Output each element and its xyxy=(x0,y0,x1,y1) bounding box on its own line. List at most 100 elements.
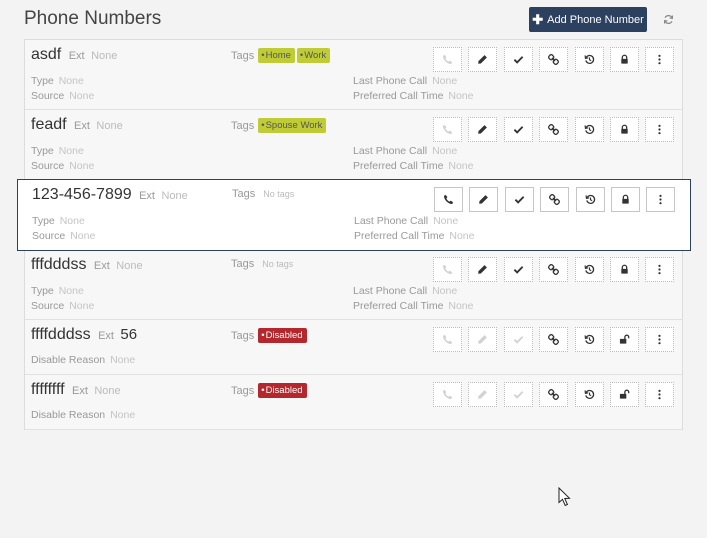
history-button[interactable] xyxy=(574,257,604,282)
type-field: Type None xyxy=(31,285,84,297)
phone-button[interactable] xyxy=(433,47,462,72)
link-icon xyxy=(548,54,560,65)
history-button[interactable] xyxy=(574,382,604,407)
plus-icon: ✚ xyxy=(532,12,544,27)
disable-reason-value: None xyxy=(110,409,136,421)
phone-icon xyxy=(442,389,453,400)
phone-number: ffffdddss xyxy=(31,326,91,343)
check-button[interactable] xyxy=(504,187,534,212)
phone-row[interactable]: feadf Ext None Tags •Spouse Work Type Non… xyxy=(25,110,682,180)
lock-button[interactable] xyxy=(610,187,640,212)
preferred-time-label: Preferred Call Time xyxy=(353,300,444,312)
type-value: None xyxy=(59,215,85,227)
check-button[interactable] xyxy=(503,327,533,352)
ext-label: Ext xyxy=(72,385,88,397)
disable-reason-value: None xyxy=(110,354,136,366)
phone-button[interactable] xyxy=(434,187,463,212)
lock-button[interactable] xyxy=(609,257,639,282)
type-value: None xyxy=(58,75,84,87)
last-call-label: Last Phone Call xyxy=(353,285,428,297)
row-actions xyxy=(433,47,681,72)
check-icon xyxy=(514,194,525,205)
tags-label: Tags xyxy=(231,119,255,132)
link-button[interactable] xyxy=(539,382,569,407)
more-button[interactable] xyxy=(646,187,676,212)
check-button[interactable] xyxy=(503,117,533,142)
page-title: Phone Numbers xyxy=(24,8,162,29)
check-button[interactable] xyxy=(503,47,533,72)
phone-icon xyxy=(443,194,454,205)
row-actions xyxy=(433,327,681,352)
phone-button[interactable] xyxy=(433,117,462,142)
preferred-time-label: Preferred Call Time xyxy=(353,90,444,102)
add-phone-number-button[interactable]: ✚ Add Phone Number xyxy=(529,7,647,32)
phone-number-heading: ffffdddss Ext 56 xyxy=(31,326,137,344)
link-button[interactable] xyxy=(540,187,570,212)
phone-button[interactable] xyxy=(433,327,462,352)
history-button[interactable] xyxy=(574,117,604,142)
tag-label: Work xyxy=(304,50,327,61)
tag-badge: •Spouse Work xyxy=(258,118,327,133)
check-icon xyxy=(513,54,524,65)
pencil-button[interactable] xyxy=(468,47,498,72)
last-call-value: None xyxy=(433,215,459,227)
add-phone-number-label: Add Phone Number xyxy=(547,13,644,26)
history-button[interactable] xyxy=(574,47,604,72)
check-icon xyxy=(513,334,524,345)
phone-row[interactable]: ffffffff Ext None Tags •Disabled Disable … xyxy=(25,375,682,430)
pencil-button[interactable] xyxy=(468,327,498,352)
phone-number-heading: feadf Ext None xyxy=(31,116,123,134)
last-call-label: Last Phone Call xyxy=(354,215,429,227)
link-icon xyxy=(548,264,560,275)
link-button[interactable] xyxy=(539,257,569,282)
tags-label: Tags xyxy=(232,188,256,200)
no-tags: No tags xyxy=(262,259,294,269)
tag-badge: •Disabled xyxy=(258,328,307,343)
source-label: Source xyxy=(31,90,65,102)
tag-label: Home xyxy=(265,50,291,61)
unlock-button[interactable] xyxy=(609,382,639,407)
lock-button[interactable] xyxy=(609,47,639,72)
pencil-icon xyxy=(477,264,488,275)
check-button[interactable] xyxy=(503,382,533,407)
more-icon xyxy=(655,194,666,205)
pencil-button[interactable] xyxy=(468,117,498,142)
more-button[interactable] xyxy=(645,117,675,142)
phone-number-heading: asdf Ext None xyxy=(31,46,117,64)
pencil-icon xyxy=(477,54,488,65)
phone-row[interactable]: asdf Ext None Tags •Home •Work Type None S… xyxy=(25,40,682,110)
ext-value: None xyxy=(94,385,121,397)
pencil-icon xyxy=(477,389,488,400)
preferred-time-field: Preferred Call Time None xyxy=(354,230,474,242)
more-button[interactable] xyxy=(645,327,675,352)
pencil-button[interactable] xyxy=(469,187,499,212)
link-button[interactable] xyxy=(539,327,569,352)
last-call-field: Last Phone Call None xyxy=(353,75,457,87)
phone-button[interactable] xyxy=(433,382,462,407)
last-call-value: None xyxy=(432,285,458,297)
phone-icon xyxy=(442,54,453,65)
more-button[interactable] xyxy=(645,382,675,407)
more-button[interactable] xyxy=(645,47,675,72)
link-button[interactable] xyxy=(539,47,569,72)
pencil-button[interactable] xyxy=(468,382,498,407)
type-field: Type None xyxy=(31,75,84,87)
more-button[interactable] xyxy=(645,257,675,282)
preferred-time-value: None xyxy=(448,160,474,172)
phone-row[interactable]: ffffdddss Ext 56 Tags •Disabled Disable R… xyxy=(25,320,682,375)
refresh-icon[interactable] xyxy=(660,11,676,27)
lock-button[interactable] xyxy=(609,117,639,142)
phone-row[interactable]: 123-456-7899 Ext None Tags No tags Type N… xyxy=(17,179,691,251)
last-call-value: None xyxy=(432,145,458,157)
link-button[interactable] xyxy=(539,117,569,142)
unlock-button[interactable] xyxy=(609,327,639,352)
pencil-button[interactable] xyxy=(468,257,498,282)
history-button[interactable] xyxy=(574,327,604,352)
phone-button[interactable] xyxy=(433,257,462,282)
phone-row[interactable]: fffdddss Ext None Tags No tags Type None … xyxy=(25,250,682,320)
phone-icon xyxy=(442,124,453,135)
check-button[interactable] xyxy=(503,257,533,282)
row-actions xyxy=(434,187,682,212)
history-button[interactable] xyxy=(575,187,605,212)
tags-label: Tags xyxy=(231,49,255,62)
